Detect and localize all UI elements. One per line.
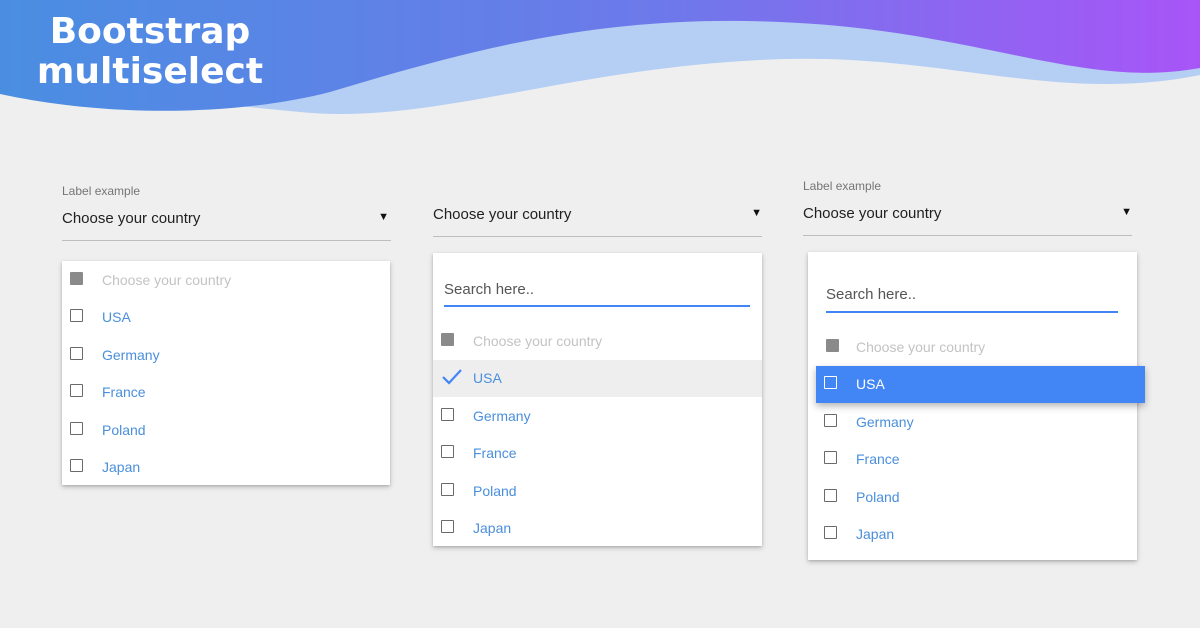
option-label: Choose your country: [473, 333, 603, 349]
option-japan[interactable]: Japan: [808, 516, 1137, 553]
checkbox-icon[interactable]: [441, 520, 454, 533]
page-title: Bootstrap multiselect: [30, 12, 270, 92]
option-germany[interactable]: Germany: [62, 337, 390, 374]
checkmark-icon[interactable]: [441, 367, 463, 387]
option-label: Germany: [856, 414, 914, 430]
checkbox-icon[interactable]: [441, 408, 454, 421]
option-label: Japan: [102, 459, 141, 475]
option-poland[interactable]: Poland: [808, 479, 1137, 516]
option-usa[interactable]: USA: [816, 366, 1145, 403]
field-label: Label example: [803, 179, 882, 193]
checkbox-icon[interactable]: [70, 309, 83, 322]
option-japan[interactable]: Japan: [62, 449, 390, 486]
option-germany[interactable]: Germany: [808, 404, 1137, 441]
checkbox-icon[interactable]: [70, 384, 83, 397]
option-label: USA: [473, 370, 502, 386]
option-label: Choose your country: [102, 272, 232, 288]
option-poland[interactable]: Poland: [433, 473, 762, 510]
dropdown-panel-3: Choose your country USA Germany France P…: [808, 252, 1145, 560]
option-label: France: [856, 451, 900, 467]
option-label: France: [102, 384, 146, 400]
option-france[interactable]: France: [62, 374, 390, 411]
option-label: Japan: [856, 526, 895, 542]
option-label: France: [473, 445, 517, 461]
checkbox-icon[interactable]: [824, 414, 837, 427]
option-label: Germany: [102, 347, 160, 363]
checkbox-icon[interactable]: [824, 526, 837, 539]
select-underline: [62, 240, 391, 241]
checkbox-icon[interactable]: [70, 422, 83, 435]
caret-down-icon[interactable]: ▼: [378, 211, 389, 223]
checkbox-icon: [70, 272, 83, 285]
option-germany[interactable]: Germany: [433, 398, 762, 435]
option-usa[interactable]: USA: [62, 299, 390, 336]
page-title-line2: multiselect: [36, 51, 264, 92]
option-placeholder: Choose your country: [62, 262, 390, 299]
select-trigger[interactable]: Choose your country: [62, 210, 200, 227]
option-label: Germany: [473, 408, 531, 424]
select-underline: [433, 236, 762, 237]
option-label: Poland: [856, 489, 900, 505]
select-trigger[interactable]: Choose your country: [433, 206, 571, 223]
multiselect-example-3: Label example Choose your country ▼: [803, 178, 1132, 238]
option-placeholder: Choose your country: [433, 323, 762, 360]
option-label: Choose your country: [856, 339, 986, 355]
option-france[interactable]: France: [808, 441, 1137, 478]
field-label: Label example: [62, 184, 141, 198]
checkbox-icon[interactable]: [824, 451, 837, 464]
select-underline: [803, 235, 1132, 236]
option-label: USA: [856, 376, 885, 392]
option-label: Poland: [473, 483, 517, 499]
multiselect-example-2: Choose your country ▼: [433, 200, 762, 240]
option-usa[interactable]: USA: [433, 360, 762, 397]
checkbox-icon: [826, 339, 839, 352]
option-france[interactable]: France: [433, 435, 762, 472]
option-label: Poland: [102, 422, 146, 438]
checkbox-icon[interactable]: [824, 489, 837, 502]
option-japan[interactable]: Japan: [433, 510, 762, 547]
search-input[interactable]: [826, 278, 1118, 313]
checkbox-icon: [441, 333, 454, 346]
caret-down-icon[interactable]: ▼: [751, 207, 762, 219]
checkbox-icon[interactable]: [441, 445, 454, 458]
dropdown-panel-2: Choose your country USA Germany France P…: [433, 253, 762, 546]
search-input[interactable]: [444, 273, 750, 307]
option-label: USA: [102, 309, 131, 325]
checkbox-icon[interactable]: [441, 483, 454, 496]
dropdown-panel-1: Choose your country USA Germany France P…: [62, 261, 390, 485]
checkbox-icon[interactable]: [70, 347, 83, 360]
page-title-line1: Bootstrap: [49, 11, 251, 52]
checkbox-icon[interactable]: [70, 459, 83, 472]
option-label: Japan: [473, 520, 512, 536]
multiselect-example-1: Label example Choose your country ▼: [62, 183, 391, 243]
option-poland[interactable]: Poland: [62, 412, 390, 449]
select-trigger[interactable]: Choose your country: [803, 205, 941, 222]
option-placeholder: Choose your country: [808, 329, 1137, 366]
checkbox-icon[interactable]: [824, 376, 837, 389]
caret-down-icon[interactable]: ▼: [1121, 206, 1132, 218]
